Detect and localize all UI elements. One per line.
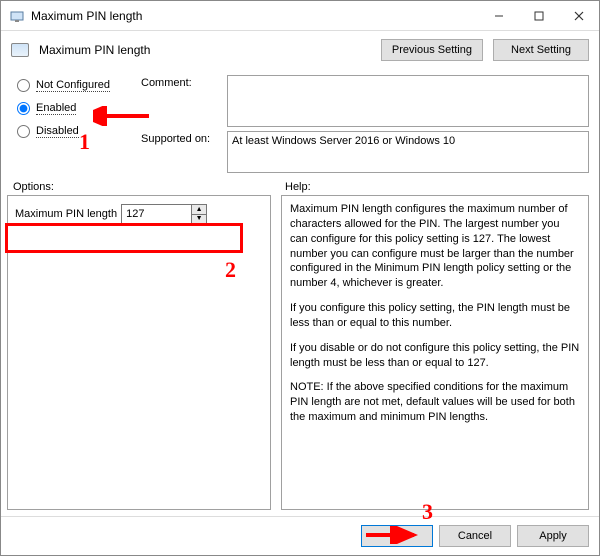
gpo-editor-window: Maximum PIN length Maximum PIN length Pr…	[0, 0, 600, 556]
supported-label: Supported on:	[141, 131, 221, 145]
radio-disabled-label: Disabled	[36, 125, 79, 138]
cancel-button[interactable]: Cancel	[439, 525, 511, 547]
radio-disabled-input[interactable]	[17, 125, 30, 138]
radio-disabled[interactable]: Disabled	[17, 125, 135, 138]
ok-button[interactable]: OK	[361, 525, 433, 547]
radio-not-configured-label: Not Configured	[36, 79, 110, 92]
state-area: Not Configured Enabled Disabled Comment:…	[1, 69, 599, 173]
spinner-down-button[interactable]: ▼	[192, 215, 206, 224]
options-pane: Maximum PIN length ▲ ▼	[7, 195, 271, 510]
window-title: Maximum PIN length	[31, 9, 479, 23]
help-paragraph: If you configure this policy setting, th…	[290, 301, 580, 331]
comment-label: Comment:	[141, 75, 221, 89]
help-paragraph: If you disable or do not configure this …	[290, 341, 580, 371]
radio-not-configured[interactable]: Not Configured	[17, 79, 135, 92]
titlebar: Maximum PIN length	[1, 1, 599, 31]
comment-textarea[interactable]	[227, 75, 589, 127]
policy-icon	[11, 43, 29, 57]
max-pin-length-label: Maximum PIN length	[15, 208, 117, 220]
policy-header: Maximum PIN length Previous Setting Next…	[1, 31, 599, 69]
maximize-button[interactable]	[519, 1, 559, 30]
radio-enabled-label: Enabled	[36, 102, 76, 115]
spinner-up-button[interactable]: ▲	[192, 205, 206, 215]
help-heading: Help:	[285, 181, 311, 193]
radio-enabled[interactable]: Enabled	[17, 102, 135, 115]
options-heading: Options:	[13, 181, 271, 193]
previous-setting-button[interactable]: Previous Setting	[381, 39, 483, 61]
app-icon	[9, 8, 25, 24]
help-paragraph: Maximum PIN length configures the maximu…	[290, 202, 580, 291]
minimize-button[interactable]	[479, 1, 519, 30]
policy-title: Maximum PIN length	[39, 43, 371, 57]
apply-button[interactable]: Apply	[517, 525, 589, 547]
help-pane[interactable]: Maximum PIN length configures the maximu…	[281, 195, 589, 510]
radio-enabled-input[interactable]	[17, 102, 30, 115]
max-pin-length-spinner[interactable]: ▲ ▼	[121, 204, 207, 224]
radio-not-configured-input[interactable]	[17, 79, 30, 92]
next-setting-button[interactable]: Next Setting	[493, 39, 589, 61]
max-pin-length-input[interactable]	[121, 204, 191, 224]
help-paragraph: NOTE: If the above specified conditions …	[290, 380, 580, 425]
dialog-footer: OK Cancel Apply	[1, 516, 599, 555]
close-button[interactable]	[559, 1, 599, 30]
supported-on-text: At least Windows Server 2016 or Windows …	[227, 131, 589, 173]
